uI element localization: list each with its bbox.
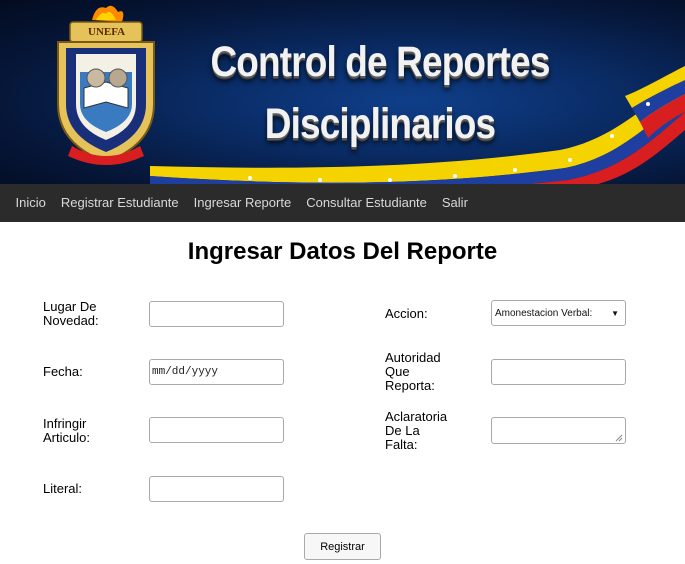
articulo-label: Infringir Articulo: xyxy=(43,416,90,445)
fecha-label: Fecha: xyxy=(43,364,83,379)
nav-item-registrar-estudiante[interactable]: Registrar Estudiante xyxy=(53,184,186,222)
autoridad-input[interactable] xyxy=(491,359,626,385)
aclaratoria-label: Aclaratoria De La Falta: xyxy=(385,409,448,452)
emblem-text: UNEFA xyxy=(88,26,126,38)
fecha-placeholder: mm/dd/yyyy xyxy=(152,366,219,378)
literal-label: Literal: xyxy=(43,481,83,496)
literal-input[interactable] xyxy=(149,476,284,502)
aclaratoria-textarea[interactable] xyxy=(491,417,626,444)
articulo-input[interactable] xyxy=(149,417,284,443)
main-nav: Inicio Registrar Estudiante Ingresar Rep… xyxy=(0,184,685,222)
page-title: Ingresar Datos Del Reporte xyxy=(187,238,498,265)
lugar-label: Lugar De Novedad: xyxy=(43,299,99,328)
banner-title-line1: Control de Reportes xyxy=(210,38,550,86)
autoridad-label: Autoridad Que Reporta: xyxy=(385,350,441,393)
registrar-button[interactable]: Registrar xyxy=(304,533,381,560)
lugar-input[interactable] xyxy=(149,301,284,327)
banner-title-line2: Disciplinarios xyxy=(264,100,496,148)
nav-item-ingresar-reporte[interactable]: Ingresar Reporte xyxy=(186,184,299,222)
accion-selected-value: Amonestacion Verbal: xyxy=(495,307,593,319)
header-banner: UNEFA Control de Reportes Disciplinarios xyxy=(0,0,685,184)
caret-down-icon: ▼ xyxy=(611,308,619,318)
accion-label: Accion: xyxy=(385,306,428,321)
nav-item-consultar-estudiante[interactable]: Consultar Estudiante xyxy=(299,184,435,222)
nav-item-salir[interactable]: Salir xyxy=(434,184,475,222)
fecha-input[interactable]: mm/dd/yyyy xyxy=(149,359,284,385)
nav-item-inicio[interactable]: Inicio xyxy=(8,184,53,222)
resize-grip-icon[interactable] xyxy=(615,434,623,442)
accion-select[interactable]: Amonestacion Verbal: ▼ xyxy=(491,300,626,326)
